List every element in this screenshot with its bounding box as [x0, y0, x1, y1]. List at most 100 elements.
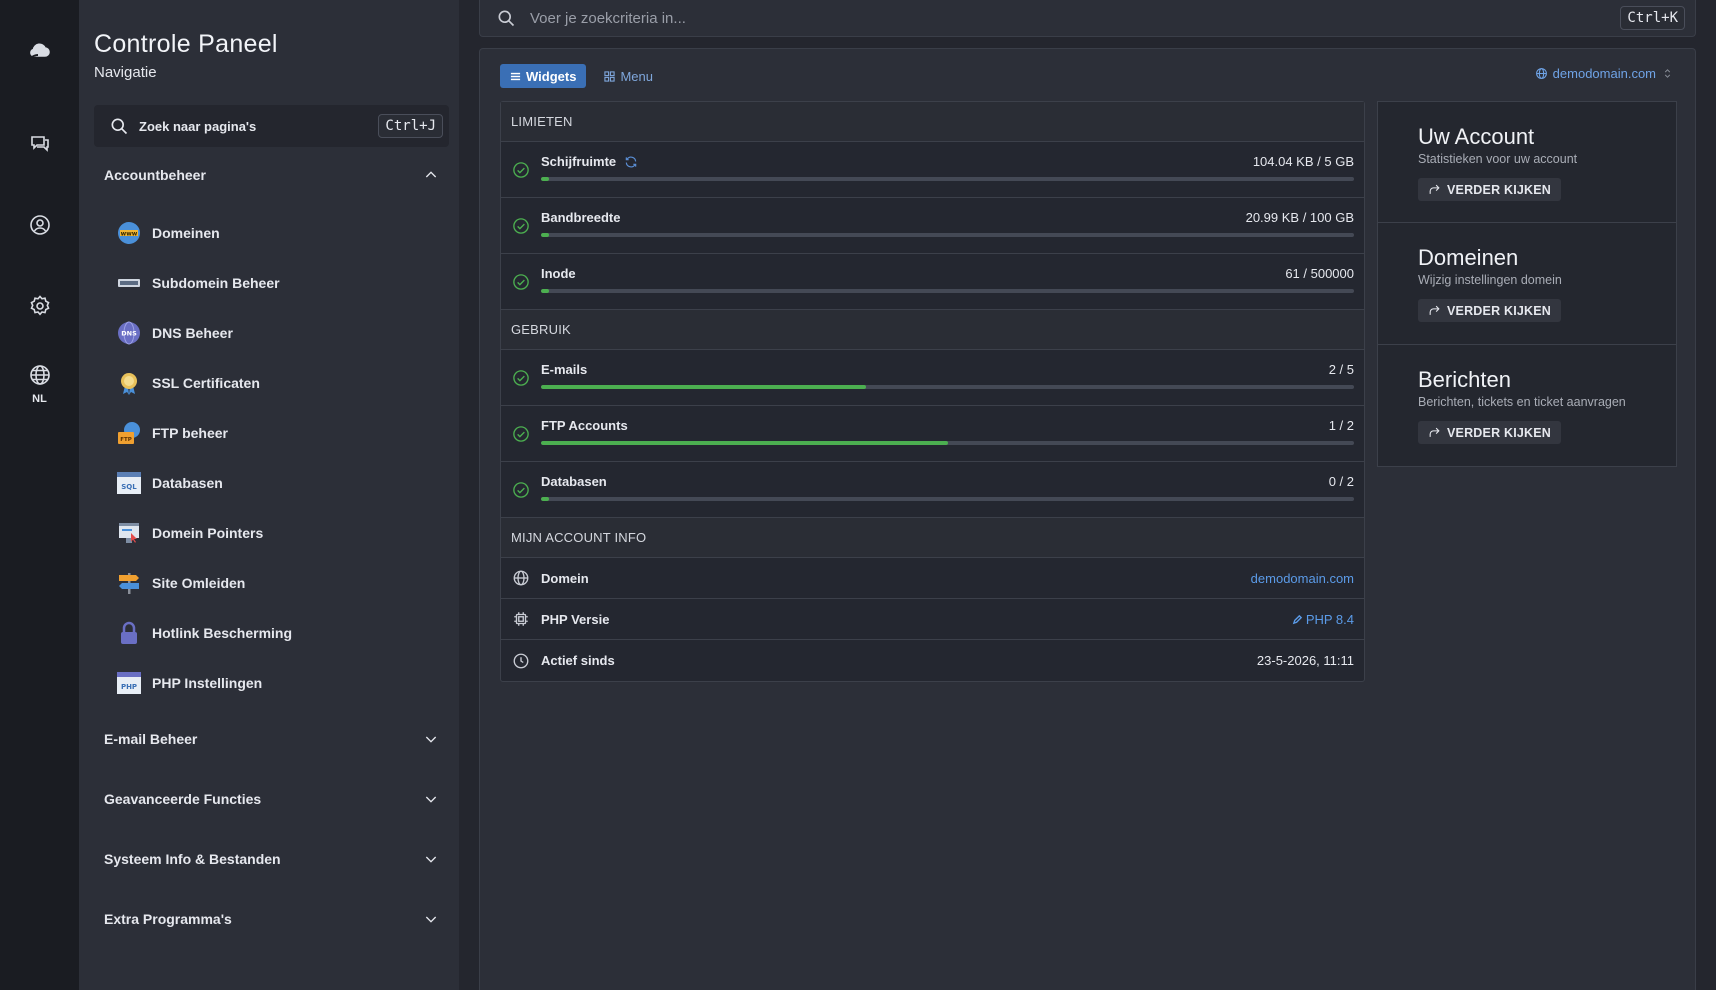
chevron-down-icon — [425, 916, 437, 923]
sidebar-item-hotlink-bescherming[interactable]: Hotlink Bescherming — [116, 620, 292, 646]
sidebar-item-label: Subdomein Beheer — [152, 275, 280, 291]
tab-menu[interactable]: Menu — [594, 64, 663, 88]
sql-database-icon: SQL — [116, 470, 142, 496]
sidebar-item-label: Site Omleiden — [152, 575, 246, 591]
limit-row-bandbreedte: Bandbreedte 20.99 KB / 100 GB — [501, 198, 1364, 254]
sidebar-item-databasen[interactable]: SQL Databasen — [116, 470, 223, 496]
check-circle-icon — [513, 274, 529, 290]
svg-text:FTP: FTP — [120, 437, 132, 443]
account-info-heading: MIJN ACCOUNT INFO — [501, 518, 1364, 558]
refresh-icon[interactable] — [624, 155, 638, 169]
padlock-icon — [116, 620, 142, 646]
php-version-link[interactable]: PHP 8.4 — [1292, 612, 1354, 627]
widget-title: Berichten — [1418, 367, 1511, 392]
sidebar-item-label: Hotlink Bescherming — [152, 625, 293, 641]
usage-row-ftp-accounts: FTP Accounts 1 / 2 — [501, 406, 1364, 462]
chat-icon[interactable] — [0, 132, 79, 156]
progress-track — [541, 233, 1354, 237]
sidebar: Controle Paneel Navigatie Zoek naar pagi… — [79, 0, 459, 990]
icon-rail: NL — [0, 0, 79, 990]
widget-uw-account: Uw Account Statistieken voor uw account … — [1377, 101, 1677, 223]
limit-row-inode: Inode 61 / 500000 — [501, 254, 1364, 310]
sidebar-item-domein-pointers[interactable]: Domein Pointers — [116, 520, 263, 546]
subdomain-icon — [116, 270, 142, 296]
sidebar-item-label: Domein Pointers — [152, 525, 264, 541]
check-circle-icon — [513, 370, 529, 386]
page-search-shortcut: Ctrl+J — [378, 114, 443, 138]
info-row-actief-sinds: Actief sinds 23-5-2026, 11:11 — [501, 640, 1364, 681]
progress-fill — [541, 441, 948, 445]
share-arrow-icon — [1429, 305, 1440, 315]
widget-berichten: Berichten Berichten, tickets en ticket a… — [1377, 345, 1677, 467]
section-systeem-info[interactable]: Systeem Info & Bestanden — [104, 851, 439, 867]
pencil-icon — [1292, 614, 1302, 624]
section-geavanceerde-functies[interactable]: Geavanceerde Functies — [104, 791, 439, 807]
search-icon — [498, 10, 515, 27]
domain-link[interactable]: demodomain.com — [1251, 571, 1354, 586]
cloud-hand-icon[interactable] — [0, 38, 79, 62]
progress-fill — [541, 497, 550, 501]
widget-title: Uw Account — [1418, 124, 1535, 149]
sidebar-item-dns-beheer[interactable]: DNS DNS Beheer — [116, 320, 233, 346]
sidebar-item-label: PHP Instellingen — [152, 675, 263, 691]
limit-value: 61 / 500000 — [1285, 266, 1354, 281]
info-label: Actief sinds — [541, 653, 615, 668]
user-circle-icon[interactable] — [0, 213, 79, 237]
domain-selector[interactable]: demodomain.com — [1535, 66, 1673, 81]
sidebar-item-subdomein-beheer[interactable]: Subdomein Beheer — [116, 270, 280, 296]
usage-row-databasen: Databasen 0 / 2 — [501, 462, 1364, 518]
widget-view-button[interactable]: VERDER KIJKEN — [1418, 178, 1562, 201]
svg-text:SQL: SQL — [121, 483, 137, 491]
sidebar-item-site-omleiden[interactable]: Site Omleiden — [116, 570, 245, 596]
section-label: E-mail Beheer — [104, 731, 198, 747]
sidebar-item-ftp-beheer[interactable]: FTP FTP beheer — [116, 420, 228, 446]
limits-card: LIMIETEN Schijfruimte 104.04 KB / 5 GB B… — [500, 101, 1365, 682]
sidebar-title: Controle Paneel — [94, 30, 278, 58]
globe-icon — [1535, 68, 1547, 79]
widget-button-label: VERDER KIJKEN — [1447, 303, 1552, 318]
sidebar-item-php-instellingen[interactable]: PHP PHP Instellingen — [116, 670, 262, 696]
search-icon — [111, 118, 128, 135]
sidebar-item-label: Domeinen — [152, 225, 220, 241]
php-window-icon: PHP — [116, 670, 142, 696]
widget-title: Domeinen — [1418, 245, 1519, 270]
tab-widgets[interactable]: Widgets — [500, 64, 587, 88]
view-tabs: Widgets Menu — [500, 64, 663, 88]
dns-globe-icon: DNS — [116, 320, 142, 346]
info-label: PHP Versie — [541, 611, 610, 627]
progress-track — [541, 497, 1354, 501]
progress-fill — [541, 177, 550, 181]
global-search-shortcut: Ctrl+K — [1620, 6, 1685, 30]
tab-label: Menu — [620, 68, 653, 84]
section-extra-programmas[interactable]: Extra Programma's — [104, 911, 439, 927]
limit-value: 104.04 KB / 5 GB — [1252, 154, 1354, 169]
page-search[interactable]: Zoek naar pagina's Ctrl+J — [94, 105, 449, 147]
progress-fill — [541, 289, 550, 293]
active-since-value: 23-5-2026, 11:11 — [1256, 653, 1354, 668]
list-icon — [510, 72, 521, 80]
check-circle-icon — [513, 218, 529, 234]
section-label: Systeem Info & Bestanden — [104, 851, 281, 867]
widget-column: Uw Account Statistieken voor uw account … — [1377, 101, 1677, 467]
sidebar-item-domeinen[interactable]: www Domeinen — [116, 220, 220, 246]
www-globe-icon: www — [116, 220, 142, 246]
section-accountbeheer[interactable]: Accountbeheer — [104, 167, 439, 183]
domain-pointer-icon — [116, 520, 142, 546]
sidebar-item-ssl-certificaten[interactable]: SSL Certificaten — [116, 370, 260, 396]
widget-subtitle: Wijzig instellingen domein — [1418, 273, 1562, 287]
main-panel: Widgets Menu demodomain.com LIMIETEN Sch… — [479, 48, 1696, 990]
limit-label: Inode — [541, 266, 576, 281]
global-search-input[interactable] — [530, 9, 1621, 27]
widget-view-button[interactable]: VERDER KIJKEN — [1418, 299, 1562, 322]
limits-heading: LIMIETEN — [501, 102, 1364, 142]
progress-fill — [541, 233, 550, 237]
widget-view-button[interactable]: VERDER KIJKEN — [1418, 421, 1562, 444]
info-row-php-versie: PHP Versie PHP 8.4 — [501, 599, 1364, 640]
ftp-folder-icon: FTP — [116, 420, 142, 446]
chevron-down-icon — [425, 856, 437, 863]
section-email-beheer[interactable]: E-mail Beheer — [104, 731, 439, 747]
language-selector[interactable]: NL — [0, 363, 79, 405]
widget-subtitle: Berichten, tickets en ticket aanvragen — [1418, 395, 1626, 409]
limit-row-schijfruimte: Schijfruimte 104.04 KB / 5 GB — [501, 142, 1364, 198]
gear-icon[interactable] — [0, 294, 79, 318]
